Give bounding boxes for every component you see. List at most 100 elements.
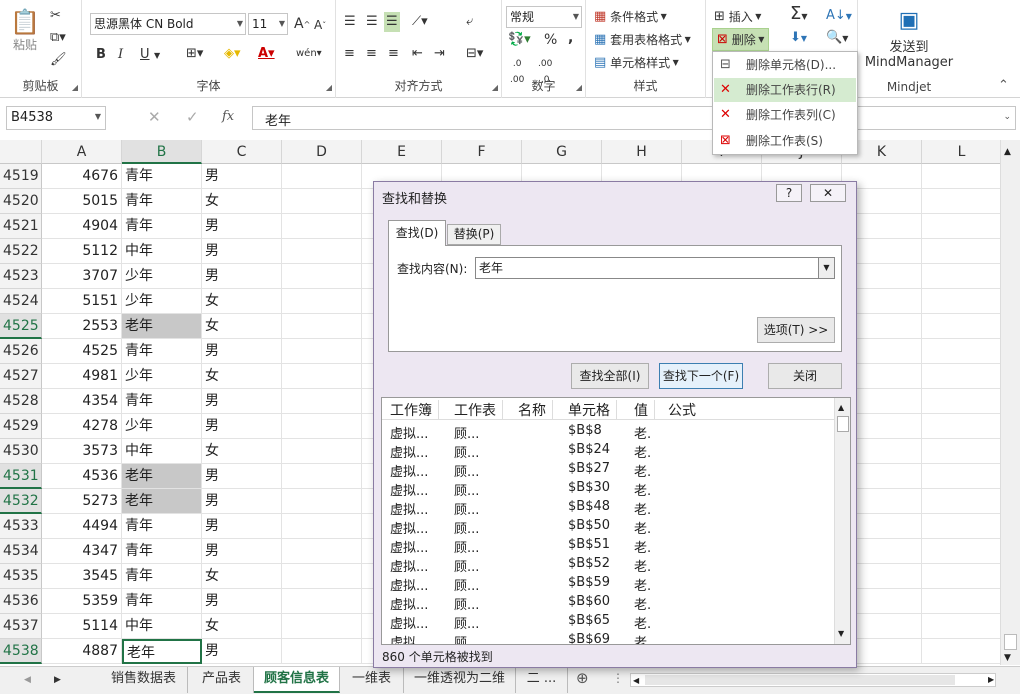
empty-cell[interactable] [282,289,362,314]
help-button[interactable]: ? [776,184,802,202]
currency-icon[interactable]: 💱▾ [508,32,531,48]
cell-c-4526[interactable]: 男 [202,339,282,364]
empty-cell[interactable] [282,439,362,464]
result-row[interactable]: 虚拟... 顾... $B$30 老. [382,479,834,499]
cell-b-4531[interactable]: 老年 [122,464,202,489]
cell-c-4531[interactable]: 男 [202,464,282,489]
empty-cell[interactable] [922,464,1000,489]
sheet-tab[interactable]: 销售数据表 [100,667,188,693]
insert-function-button[interactable]: fx [222,109,234,124]
result-row[interactable]: 虚拟... 顾... $B$52 老. [382,555,834,575]
empty-cell[interactable] [922,639,1000,664]
results-list[interactable]: 工作簿 工作表 名称 单元格值公式 虚拟... 顾... $B$8 老. 虚拟... 顾... $… [381,397,851,645]
scroll-up-icon[interactable]: ▲ [1004,144,1011,160]
results-scrollbar[interactable]: ▲ ▼ [834,398,850,644]
cell-c-4529[interactable]: 男 [202,414,282,439]
sheet-tab[interactable]: 一维透视为二维 [404,667,516,693]
empty-cell[interactable] [282,189,362,214]
row-header[interactable]: 4527 [0,364,42,389]
row-header[interactable]: 4537 [0,614,42,639]
align-left-icon[interactable]: ≡ [344,46,355,62]
result-row[interactable]: 虚拟... 顾... $B$8 老. [382,422,834,442]
cut-icon[interactable]: ✂ [50,8,61,24]
font-size-combo[interactable]: 11 ▼ [248,13,288,35]
underline-button[interactable]: U [140,47,150,62]
cell-b-4534[interactable]: 青年 [122,539,202,564]
result-row[interactable]: 虚拟... 顾... $B$59 老. [382,574,834,594]
formula-input[interactable]: 老年 ⌄ [252,106,1016,130]
number-launcher-icon[interactable]: ◢ [576,83,582,92]
results-column-header[interactable]: 公式 [668,400,696,420]
percent-button[interactable]: % [544,32,557,48]
row-header[interactable]: 4520 [0,189,42,214]
scroll-thumb[interactable] [1004,634,1017,650]
fill-color-icon[interactable]: ◈▾ [224,46,241,62]
cell-c-4530[interactable]: 女 [202,439,282,464]
copy-icon[interactable]: ⧉▾ [50,30,66,46]
find-select-icon[interactable]: 🔍▼ [826,30,848,47]
autosum-icon[interactable]: Σ▼ [790,5,808,25]
cell-c-4525[interactable]: 女 [202,314,282,339]
results-column-header[interactable]: 工作簿 [390,400,439,420]
scroll-up-icon[interactable]: ▲ [838,400,844,416]
empty-cell[interactable] [922,264,1000,289]
cell-a-4531[interactable]: 4536 [42,464,122,489]
font-color-icon[interactable]: A▾ [258,46,275,62]
cell-styles-button[interactable]: ▤ 单元格样式 ▼ [594,54,679,71]
cell-b-4535[interactable]: 青年 [122,564,202,589]
row-header[interactable]: 4522 [0,239,42,264]
shrink-font-button[interactable]: Aˇ [314,18,326,32]
row-header[interactable]: 4525 [0,314,42,339]
font-launcher-icon[interactable]: ◢ [326,83,332,92]
conditional-format-button[interactable]: ▦ 条件格式 ▼ [594,8,667,25]
column-header-b[interactable]: B [122,140,202,164]
row-header[interactable]: 4530 [0,439,42,464]
result-row[interactable]: 虚拟... 顾... $B$50 老. [382,517,834,537]
result-row[interactable]: 虚拟... 顾... $B$60 老. [382,593,834,613]
empty-cell[interactable] [922,589,1000,614]
cell-c-4520[interactable]: 女 [202,189,282,214]
find-all-button[interactable]: 查找全部(I) [571,363,649,389]
row-header[interactable]: 4523 [0,264,42,289]
alignment-launcher-icon[interactable]: ◢ [492,83,498,92]
cell-b-4537[interactable]: 中年 [122,614,202,639]
prev-sheet-icon[interactable]: ◀ [24,672,31,688]
empty-cell[interactable] [282,364,362,389]
row-header[interactable]: 4528 [0,389,42,414]
empty-cell[interactable] [282,564,362,589]
empty-cell[interactable] [922,489,1000,514]
empty-cell[interactable] [282,464,362,489]
grow-font-button[interactable]: A ^ [294,16,310,32]
column-header-e[interactable]: E [362,140,442,164]
results-scroll-thumb[interactable] [837,416,849,432]
bold-button[interactable]: B [96,47,106,62]
find-next-button[interactable]: 查找下一个(F) [659,363,743,389]
cell-b-4525[interactable]: 老年 [122,314,202,339]
scroll-left-icon[interactable]: ◀ [633,673,639,689]
sheet-tab[interactable]: 产品表 [190,667,254,693]
cell-a-4526[interactable]: 4525 [42,339,122,364]
middle-align-icon[interactable]: ☰ [366,14,378,30]
empty-cell[interactable] [282,639,362,664]
cell-b-4521[interactable]: 青年 [122,214,202,239]
cell-a-4537[interactable]: 5114 [42,614,122,639]
empty-cell[interactable] [922,564,1000,589]
empty-cell[interactable] [922,164,1000,189]
fill-icon[interactable]: ⬇▼ [790,30,807,47]
cell-a-4534[interactable]: 4347 [42,539,122,564]
row-header[interactable]: 4529 [0,414,42,439]
phonetic-icon[interactable]: wén▾ [296,46,322,62]
column-header-a[interactable]: A [42,140,122,164]
empty-cell[interactable] [922,239,1000,264]
vertical-scrollbar[interactable]: ▲ ▼ [1000,140,1020,665]
format-painter-icon[interactable]: 🖌 [50,52,67,68]
cell-a-4522[interactable]: 5112 [42,239,122,264]
empty-cell[interactable] [922,189,1000,214]
italic-button[interactable]: I [118,47,123,62]
cell-c-4522[interactable]: 男 [202,239,282,264]
cell-b-4538[interactable]: 老年 [122,639,202,664]
cell-a-4538[interactable]: 4887 [42,639,122,664]
cell-c-4524[interactable]: 女 [202,289,282,314]
results-column-header[interactable]: 值 [634,400,655,420]
cell-a-4528[interactable]: 4354 [42,389,122,414]
